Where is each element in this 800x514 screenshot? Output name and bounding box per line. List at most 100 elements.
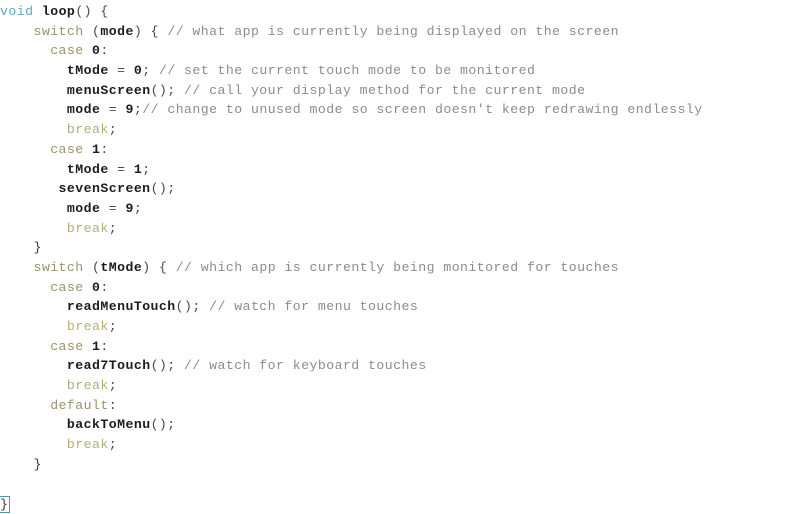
code-token-comment: // which app is currently being monitore… [175,259,619,275]
code-token-number: 0 [133,63,143,79]
code-token-punct: (); [175,299,210,315]
code-token-punct: ; [108,122,118,138]
code-token-punct: ) { [133,23,168,39]
code-token-punct: ; [133,200,143,216]
code-token-punct: (); [150,181,176,197]
code-line[interactable]: tMode = 1; [0,160,800,180]
code-token-punct: = [108,161,134,177]
code-token-punct: ; [142,161,151,177]
code-token-control: switch [33,23,84,39]
code-token-ident: tMode [66,63,109,79]
code-token-comment: // what app is currently being displayed… [167,23,619,39]
code-token-ident: backToMenu [66,417,151,433]
code-line[interactable]: sevenScreen(); [0,179,800,199]
code-line[interactable]: case 0: [0,41,800,61]
code-token-punct: : [108,397,118,413]
code-token-punct: : [100,338,109,354]
code-line[interactable]: } [0,455,800,475]
code-line[interactable]: tMode = 0; // set the current touch mode… [0,61,800,81]
code-token-control: switch [33,259,84,275]
code-line[interactable]: case 1: [0,337,800,357]
code-line[interactable]: read7Touch(); // watch for keyboard touc… [0,356,800,376]
code-line[interactable]: break; [0,435,800,455]
code-token-punct: : [100,141,109,157]
code-token-comment: // change to unused mode so screen doesn… [142,102,703,118]
code-token-punct: ; [108,378,118,394]
code-line[interactable]: mode = 9;// change to unused mode so scr… [0,100,800,120]
code-token-comment: // watch for keyboard touches [184,358,427,374]
code-token-punct: (); [150,82,185,98]
code-line[interactable]: break; [0,376,800,396]
code-line[interactable]: } [0,494,800,514]
code-editor[interactable]: void loop() { switch (mode) { // what ap… [0,0,800,514]
code-token-break: break [66,220,109,236]
code-token-punct: : [100,279,109,295]
code-token-ident: read7Touch [66,358,151,374]
code-line[interactable]: backToMenu(); [0,415,800,435]
code-token-control: case [50,43,84,59]
code-token-control: case [50,338,84,354]
code-token-punct: = [108,63,134,79]
code-token-punct: ; [108,319,118,334]
code-line[interactable]: switch (mode) { // what app is currently… [0,22,800,42]
code-line[interactable]: break; [0,317,800,337]
code-token-ident: mode [66,200,101,216]
code-token-ident: mode [66,102,101,118]
code-token-ident: mode [100,23,134,39]
code-line[interactable]: switch (tMode) { // which app is current… [0,258,800,278]
code-token-control: case [50,141,84,157]
code-token-punct: ( [83,23,101,39]
code-token-ident: menuScreen [66,82,151,98]
code-line[interactable]: break; [0,120,800,140]
code-token-punct: ; [142,63,159,79]
code-token-punct: : [100,43,109,59]
code-line[interactable]: default: [0,396,800,416]
code-token-ident: readMenuTouch [66,299,176,315]
code-line[interactable]: menuScreen(); // call your display metho… [0,81,800,101]
code-token-ident: tMode [100,259,143,275]
code-token-ident: tMode [66,161,109,177]
code-token-break: break [66,378,109,394]
code-token-punct: ; [108,220,118,236]
code-line[interactable] [0,475,800,495]
code-line[interactable]: void loop() { [0,2,800,22]
code-line[interactable]: readMenuTouch(); // watch for menu touch… [0,297,800,317]
code-token-break: break [66,319,109,334]
code-token-comment: // call your display method for the curr… [184,82,586,98]
code-line[interactable]: case 1: [0,140,800,160]
code-token-number: 1 [133,161,143,177]
code-token-brace: } [33,456,42,472]
code-token-punct: (); [150,417,176,433]
code-token-type: void [0,4,34,19]
code-line[interactable]: } [0,238,800,258]
code-token-punct: ) { [142,259,176,275]
code-line[interactable]: case 0: [0,278,800,298]
code-token-punct: = [100,102,126,118]
code-line[interactable]: break; [0,219,800,239]
code-token-punct: ; [108,437,118,453]
code-line[interactable]: mode = 9; [0,199,800,219]
code-token-punct: () { [75,4,109,19]
